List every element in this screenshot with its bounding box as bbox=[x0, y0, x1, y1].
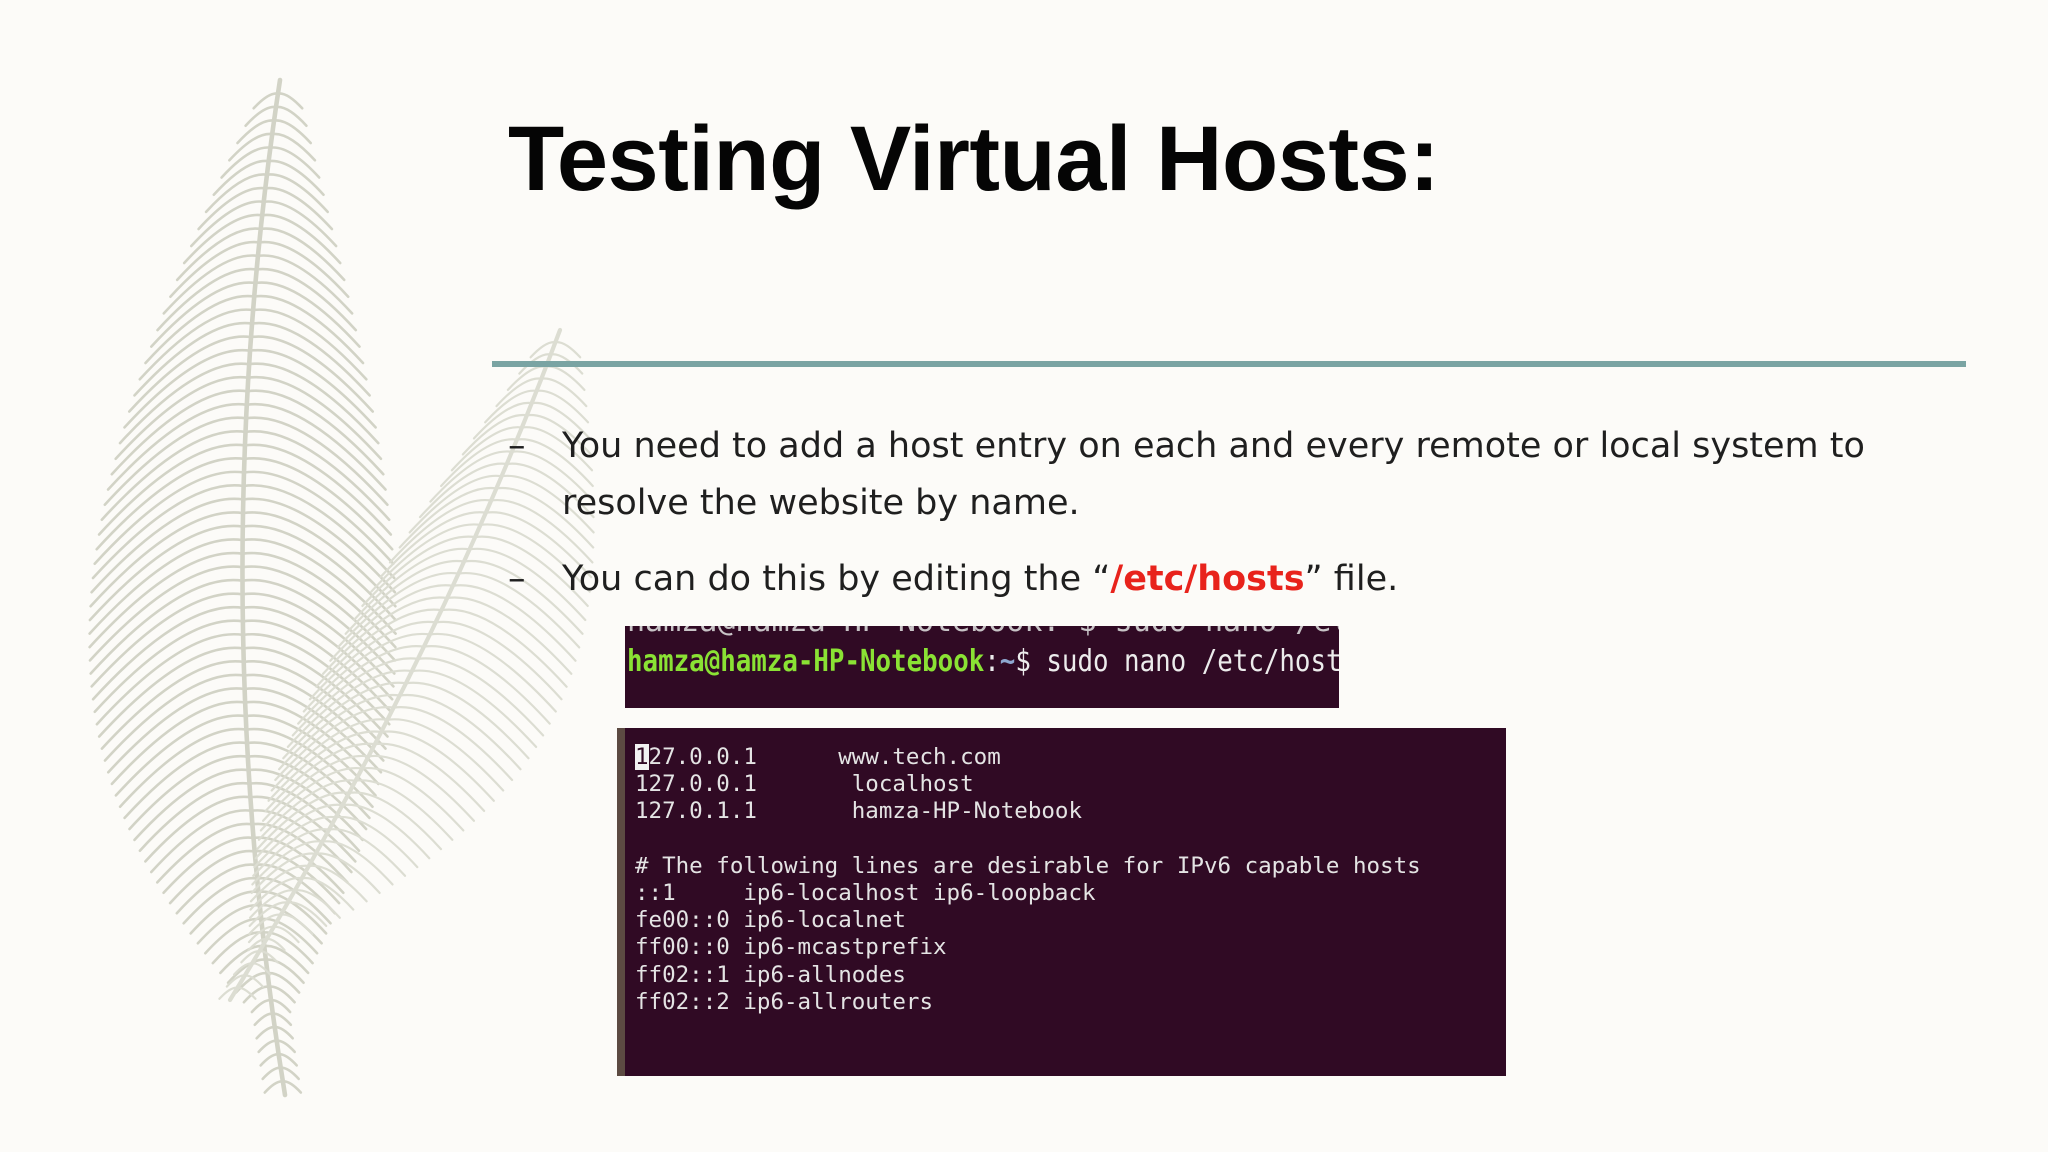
feather-barb bbox=[248, 348, 377, 429]
feather-barb bbox=[249, 335, 374, 413]
hosts-file-path: /etc/hosts bbox=[1110, 559, 1305, 599]
bullet-text: You can do this by editing the “/etc/hos… bbox=[562, 551, 1888, 608]
feather-barb bbox=[440, 608, 568, 688]
feather-barb bbox=[255, 1025, 276, 1040]
feather-barb bbox=[265, 173, 329, 214]
feather-barb bbox=[100, 660, 245, 750]
feather-barb bbox=[328, 828, 407, 877]
feather-barb bbox=[259, 1053, 280, 1067]
editor-cursor: 1 bbox=[635, 744, 649, 770]
feather-barb bbox=[274, 105, 308, 127]
title-divider bbox=[492, 361, 1966, 367]
feather-barb bbox=[257, 1039, 278, 1054]
feather-barb bbox=[128, 754, 250, 831]
feather-barb bbox=[144, 294, 256, 365]
feather-barb bbox=[266, 971, 301, 994]
terminal-previous-line: hamza@hamza-HP-Notebook:~$ sudo nano /et… bbox=[627, 626, 1339, 639]
bullet-item: – You need to add a host entry on each a… bbox=[508, 418, 1888, 532]
feather-barb bbox=[373, 742, 486, 812]
feather-barb bbox=[189, 890, 260, 935]
feather-barb bbox=[123, 348, 252, 429]
feather-barb bbox=[434, 620, 563, 701]
feather-barb bbox=[95, 632, 245, 726]
feather-barb bbox=[446, 596, 573, 675]
feather-barb bbox=[247, 362, 380, 445]
hosts-line: ff02::2 ip6-allrouters bbox=[635, 988, 934, 1015]
feather-barb bbox=[261, 1066, 282, 1081]
hosts-file-screenshot: 127.0.0.1 www.tech.com 127.0.0.1 localho… bbox=[617, 728, 1506, 1076]
feather-barb bbox=[128, 335, 253, 413]
terminal-prompt-line: hamza@hamza-HP-Notebook:~$ sudo nano /et… bbox=[627, 642, 1339, 682]
hosts-line: fe00::0 ip6-localnet bbox=[635, 907, 906, 934]
feather-barb bbox=[276, 92, 304, 110]
feather-barb bbox=[220, 146, 272, 179]
prompt-separator: : bbox=[984, 644, 1000, 679]
feather-barb bbox=[263, 1080, 285, 1094]
prompt-dollar: $ bbox=[1015, 644, 1031, 679]
terminal-command: sudo nano /etc/hosts bbox=[1030, 644, 1339, 679]
bullet-dash: – bbox=[508, 559, 526, 599]
hosts-line: 127.0.0.1 www.tech.com bbox=[635, 744, 1421, 771]
bullet-item: – You can do this by editing the “/etc/h… bbox=[508, 551, 1888, 608]
hosts-line: 127.0.1.1 hamza-HP-Notebook bbox=[635, 798, 1083, 825]
hosts-line: ff00::0 ip6-mcastprefix bbox=[635, 934, 947, 961]
feather-barb bbox=[175, 863, 258, 915]
feather-barb bbox=[114, 714, 247, 797]
feather-barb bbox=[133, 321, 254, 397]
bullet-text: You need to add a host entry on each and… bbox=[562, 426, 1865, 523]
feather-barb bbox=[236, 119, 276, 145]
prompt-path: ~ bbox=[999, 644, 1016, 679]
feather-barb bbox=[250, 321, 371, 397]
hosts-line bbox=[635, 826, 1421, 853]
bullet-text-before: You can do this by editing the “ bbox=[562, 559, 1111, 599]
feather-barb bbox=[138, 308, 255, 381]
terminal-command-screenshot: hamza@hamza-HP-Notebook:~$ sudo nano /et… bbox=[625, 626, 1339, 708]
hosts-line: 127.0.0.1 localhost bbox=[635, 771, 974, 798]
feather-barb bbox=[182, 876, 259, 925]
bullet-text-after: ” file. bbox=[1304, 559, 1399, 599]
hosts-file-content: 127.0.0.1 www.tech.com 127.0.0.1 localho… bbox=[635, 744, 1421, 1016]
feather-barb bbox=[253, 1012, 275, 1027]
slide-title: Testing Virtual Hosts: bbox=[508, 108, 1440, 210]
hosts-comment-line: # The following lines are desirable for … bbox=[635, 852, 1421, 879]
bullet-dash: – bbox=[508, 426, 526, 466]
feather-barb bbox=[250, 998, 273, 1014]
hosts-line-text: 27.0.0.1 www.tech.com bbox=[648, 744, 1001, 770]
prompt-user-host: hamza@hamza-HP-Notebook bbox=[627, 644, 985, 679]
hosts-line: ::1 ip6-localhost ip6-loopback bbox=[635, 879, 1096, 906]
feather-barb bbox=[97, 646, 245, 738]
hosts-line: ff02::1 ip6-allnodes bbox=[635, 961, 906, 988]
